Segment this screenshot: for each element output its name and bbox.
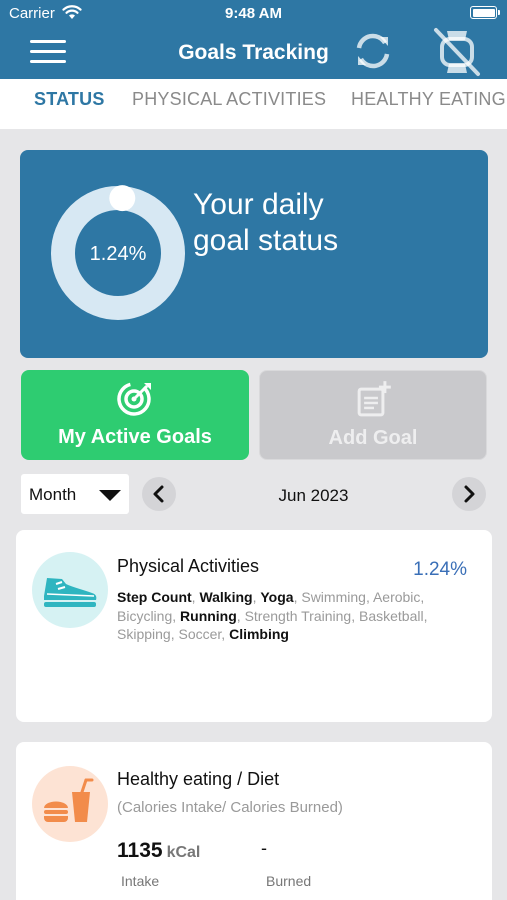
period-dropdown-value: Month [29, 485, 77, 504]
tab-bar: STATUS PHYSICAL ACTIVITIES HEALTHY EATIN… [0, 79, 507, 129]
activity-item: Skipping [117, 626, 171, 642]
progress-percent: 1.24% [90, 243, 147, 265]
activity-item: Swimming [301, 589, 366, 605]
tab-healthy-eating[interactable]: HEALTHY EATING [351, 89, 506, 110]
status-heading-line2: goal status [193, 224, 339, 257]
goal-status-card: 1.24% Your daily goal status [20, 150, 488, 358]
healthy-eating-card[interactable]: Healthy eating / Diet (Calories Intake/ … [16, 742, 492, 900]
add-goal-button[interactable]: Add Goal [259, 370, 487, 460]
add-note-icon [357, 381, 391, 417]
physical-activities-percent: 1.24% [413, 559, 467, 580]
shoe-icon [32, 552, 108, 628]
intake-unit: kCal [166, 844, 201, 861]
chevron-right-icon [464, 485, 475, 503]
intake-label: Intake [121, 873, 160, 889]
activity-item: Soccer [178, 626, 222, 642]
activity-item: Walking [199, 589, 253, 605]
activity-item: Climbing [229, 626, 289, 642]
activity-item: Bicycling [117, 607, 173, 624]
tab-physical-activities[interactable]: PHYSICAL ACTIVITIES [132, 89, 326, 110]
current-period: Jun 2023 [278, 486, 349, 505]
add-goal-label: Add Goal [328, 427, 418, 449]
physical-activities-card[interactable]: Physical Activities 1.24% Step Count, Wa… [16, 530, 492, 722]
burned-label: Burned [266, 873, 312, 889]
clock: 9:48 AM [225, 5, 282, 22]
food-icon [32, 766, 108, 842]
activity-item: Basketball [358, 607, 424, 624]
physical-activities-title: Physical Activities [117, 556, 260, 576]
burned-value: - [261, 838, 267, 858]
activity-item: Step Count [117, 589, 192, 605]
chevron-down-icon [99, 490, 121, 501]
activity-item: Yoga [260, 589, 294, 605]
activity-list: Step Count, Walking, Yoga, Swimming, Aer… [117, 589, 428, 642]
status-heading-line1: Your daily [193, 188, 324, 221]
watch-off-icon[interactable] [430, 27, 484, 77]
period-dropdown[interactable]: Month [21, 474, 129, 514]
progress-marker [109, 185, 136, 212]
sync-icon[interactable] [350, 28, 396, 74]
healthy-eating-title: Healthy eating / Diet [117, 769, 280, 789]
target-icon [117, 382, 151, 416]
intake-value: 1135 kCal [117, 839, 200, 863]
tab-status[interactable]: STATUS [34, 89, 105, 110]
top-bar: Carrier 9:48 AM Goals Tracking [0, 0, 507, 79]
battery-icon [470, 6, 500, 19]
activity-item: Running [180, 607, 237, 624]
previous-period-button[interactable] [142, 477, 176, 511]
healthy-eating-subtitle: (Calories Intake/ Calories Burned) [117, 799, 343, 816]
my-active-goals-button[interactable]: My Active Goals [21, 370, 249, 460]
next-period-button[interactable] [452, 477, 486, 511]
status-bar: Carrier 9:48 AM [0, 0, 507, 28]
intake-number: 1135 [117, 839, 163, 862]
activity-item: Aerobic [372, 589, 421, 605]
chevron-left-icon [153, 485, 164, 503]
goal-progress-ring: 1.24% [51, 185, 185, 320]
my-active-goals-label: My Active Goals [58, 426, 212, 448]
activity-item: Strength Training [244, 607, 352, 624]
status-heading: Your daily goal status [193, 187, 338, 259]
